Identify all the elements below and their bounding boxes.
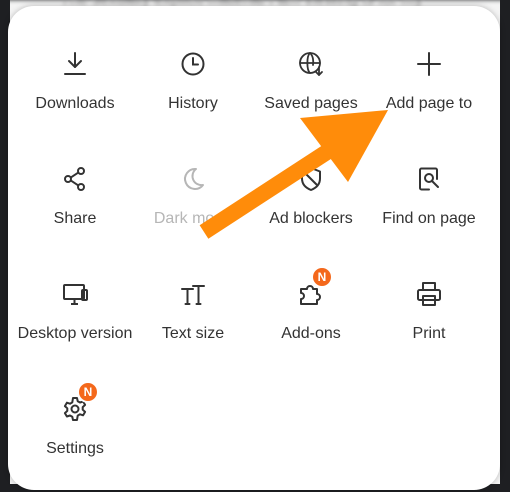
globe-download-icon (297, 50, 325, 78)
menu-item-label: Add-ons (281, 325, 341, 342)
menu-item-label: Text size (161, 325, 225, 342)
menu-item-label: Add page to (385, 95, 473, 112)
clock-icon (179, 50, 207, 78)
shield-block-icon (297, 165, 325, 193)
menu-item-label: Share (53, 210, 97, 227)
menu-item-add-ons[interactable]: N Add-ons (252, 244, 370, 354)
menu-item-history[interactable]: History (134, 14, 252, 124)
moon-icon (179, 165, 207, 193)
plus-icon (415, 50, 443, 78)
menu-item-print[interactable]: Print (370, 244, 488, 354)
menu-item-ad-blockers[interactable]: Ad blockers (252, 129, 370, 239)
browser-menu-panel: Downloads History Saved pages Add page t… (8, 6, 500, 490)
new-badge: N (77, 381, 99, 403)
menu-item-label: Downloads (35, 95, 115, 112)
menu-item-dark-mode[interactable]: Dark mode (134, 129, 252, 239)
menu-item-label: Settings (46, 440, 104, 457)
menu-item-label: Find on page (382, 210, 476, 227)
download-icon (61, 50, 89, 78)
share-icon (61, 165, 89, 193)
menu-item-settings[interactable]: N Settings (16, 359, 134, 469)
menu-item-label: Desktop version (17, 325, 133, 342)
menu-item-label: Print (412, 325, 446, 342)
menu-item-desktop-version[interactable]: Desktop version (16, 244, 134, 354)
menu-item-text-size[interactable]: Text size (134, 244, 252, 354)
menu-item-add-page-to[interactable]: Add page to (370, 14, 488, 124)
menu-item-label: Saved pages (264, 95, 358, 112)
text-size-icon (179, 280, 207, 308)
find-page-icon (415, 165, 443, 193)
menu-item-label: History (168, 95, 218, 112)
puzzle-icon: N (297, 266, 333, 308)
menu-item-label: Dark mode (153, 210, 233, 227)
menu-item-share[interactable]: Share (16, 129, 134, 239)
printer-icon (415, 280, 443, 308)
menu-item-label: Ad blockers (269, 210, 353, 227)
menu-item-downloads[interactable]: Downloads (16, 14, 134, 124)
menu-item-saved-pages[interactable]: Saved pages (252, 14, 370, 124)
menu-item-find-on-page[interactable]: Find on page (370, 129, 488, 239)
new-badge: N (311, 266, 333, 288)
monitor-icon (61, 280, 89, 308)
screen-edge-right (500, 0, 510, 492)
gear-icon: N (61, 381, 99, 423)
